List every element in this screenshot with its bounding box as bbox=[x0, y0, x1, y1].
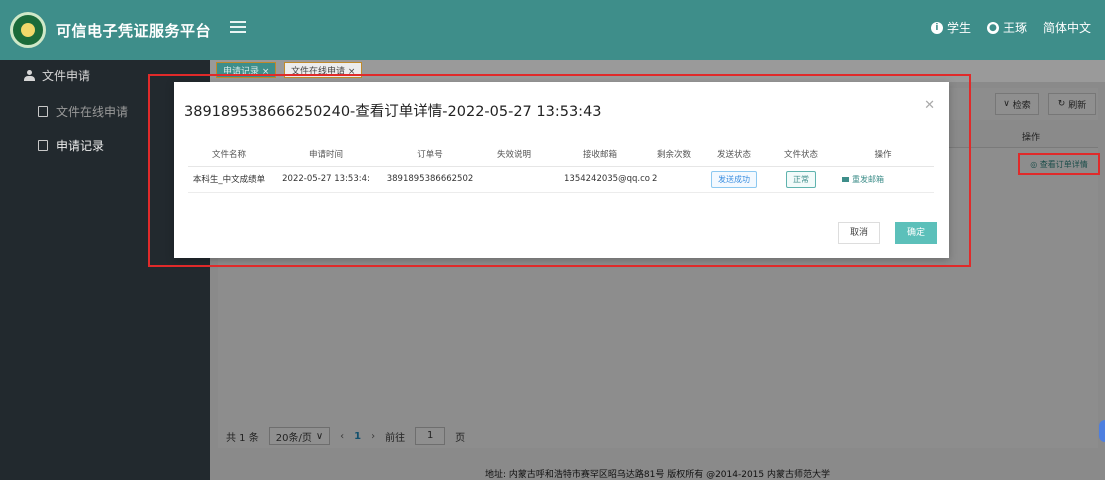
top-bar: 可信电子凭证服务平台 i 学生 ● 王琢 简体中文 bbox=[0, 0, 1105, 60]
app-title: 可信电子凭证服务平台 bbox=[56, 22, 212, 40]
document-icon bbox=[38, 105, 48, 117]
logo-icon bbox=[10, 12, 46, 48]
search-button-label: 检索 bbox=[1012, 100, 1031, 111]
view-order-detail-label: 查看订单详情 bbox=[1039, 159, 1088, 169]
next-page-icon[interactable]: › bbox=[371, 431, 375, 442]
language-switch[interactable]: 简体中文 bbox=[1043, 19, 1091, 36]
sidebar-item-label: 申请记录 bbox=[56, 138, 105, 153]
chevron-down-icon: ∨ bbox=[1003, 99, 1013, 109]
current-page[interactable]: 1 bbox=[354, 431, 361, 442]
view-order-detail-link[interactable]: ◎ 查看订单详情 bbox=[1018, 153, 1100, 175]
language-label: 简体中文 bbox=[1042, 21, 1091, 35]
refresh-button[interactable]: ↻ 刷新 bbox=[1048, 93, 1096, 115]
person-icon bbox=[24, 69, 35, 81]
search-button[interactable]: ∨ 检索 bbox=[995, 93, 1039, 115]
hamburger-menu-icon[interactable] bbox=[230, 18, 246, 34]
refresh-button-label: 刷新 bbox=[1068, 100, 1087, 111]
footer: 地址: 内蒙古呼和浩特市赛罕区昭乌达路81号 版权所有 @2014-2015 内… bbox=[485, 470, 830, 480]
top-right-menu: i 学生 ● 王琢 简体中文 bbox=[930, 19, 1091, 36]
floating-handle[interactable] bbox=[1099, 420, 1105, 442]
role-label: 学生 bbox=[946, 21, 971, 35]
prev-page-icon[interactable]: ‹ bbox=[340, 431, 344, 442]
sidebar-item-label: 文件在线申请 bbox=[56, 104, 129, 119]
sidebar-section-label: 文件申请 bbox=[42, 68, 91, 83]
column-header-operation: 操作 bbox=[1022, 133, 1041, 143]
eye-icon: ◎ bbox=[1030, 159, 1040, 169]
user-name: 王琢 bbox=[1002, 21, 1027, 35]
page-size-select[interactable]: 20条/页 ∨ bbox=[268, 427, 331, 445]
page-size-value: 20条/页 bbox=[275, 432, 312, 444]
chevron-down-icon: ∨ bbox=[315, 430, 324, 442]
info-icon: i bbox=[930, 21, 943, 34]
user-menu[interactable]: ● 王琢 bbox=[986, 19, 1027, 36]
pagination: 共 1 条 20条/页 ∨ ‹ 1 › 前往 1 页 bbox=[218, 424, 1098, 448]
page-unit: 页 bbox=[455, 432, 466, 444]
annotation-highlight-box bbox=[148, 74, 971, 267]
goto-label: 前往 bbox=[385, 432, 406, 444]
goto-page-input[interactable]: 1 bbox=[415, 427, 446, 445]
pagination-total: 共 1 条 bbox=[226, 432, 259, 444]
refresh-icon: ↻ bbox=[1057, 99, 1069, 109]
user-icon: ● bbox=[986, 21, 999, 34]
role-indicator[interactable]: i 学生 bbox=[930, 19, 971, 36]
document-icon bbox=[38, 139, 48, 151]
